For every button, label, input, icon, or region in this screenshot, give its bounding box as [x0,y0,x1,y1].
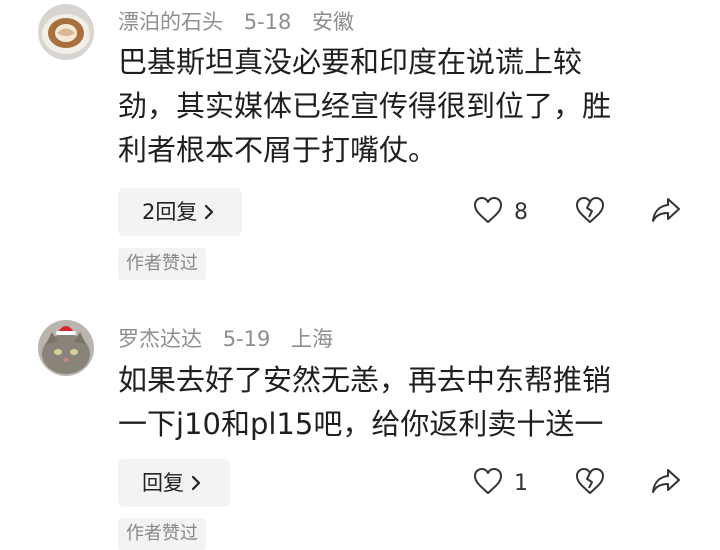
comment-date: 5-19 [222,327,271,351]
comment-text-line: 巴基斯坦真没必要和印度在说谎上较 [118,45,583,79]
chevron-right-icon [203,188,215,236]
comment-text: 如果去好了安然无恙，再去中东帮推销 一下j10和pl15吧，给你返利卖十送一 [118,358,698,446]
like-button[interactable]: 8 [472,192,528,232]
cat-with-santa-hat-avatar-icon [38,320,94,376]
like-count: 8 [514,199,528,225]
share-button[interactable] [650,192,682,232]
comment-text-line: 利者根本不屑于打嘴仗。 [118,133,438,167]
comment-text-line: 一下j10和pl15吧，给你返利卖十送一 [118,407,604,441]
view-replies-button[interactable]: 2回复 [118,188,242,236]
broken-heart-icon [574,195,606,229]
comment-location: 上海 [291,327,334,351]
dislike-button[interactable] [574,192,606,232]
reply-label: 回复 [142,471,184,495]
like-button[interactable]: 1 [472,463,528,503]
comment-location: 安徽 [312,10,355,34]
latte-art-avatar-icon [38,4,94,60]
comment-text-line: 劲，其实媒体已经宣传得很到位了，胜 [118,89,612,123]
comment-meta: 漂泊的石头 5-18 安徽 [118,6,368,36]
like-count: 1 [514,470,528,496]
reply-label: 2回复 [142,200,198,224]
reply-button[interactable]: 回复 [118,459,230,507]
username[interactable]: 漂泊的石头 [118,10,223,34]
share-arrow-icon [650,195,682,229]
comment-meta: 罗杰达达 5-19 上海 [118,323,347,353]
avatar[interactable] [38,4,94,60]
heart-outline-icon [472,466,504,500]
avatar[interactable] [38,320,94,376]
comment-item: 漂泊的石头 5-18 安徽 巴基斯坦真没必要和印度在说谎上较 劲，其实媒体已经宣… [0,0,720,300]
heart-outline-icon [472,195,504,229]
broken-heart-icon [574,466,606,500]
comment-date: 5-18 [243,10,292,34]
author-liked-badge: 作者赞过 [118,518,206,550]
dislike-button[interactable] [574,463,606,503]
share-arrow-icon [650,466,682,500]
username[interactable]: 罗杰达达 [118,327,202,351]
comment-text: 巴基斯坦真没必要和印度在说谎上较 劲，其实媒体已经宣传得很到位了，胜 利者根本不… [118,40,698,172]
share-button[interactable] [650,463,682,503]
author-liked-badge: 作者赞过 [118,248,206,280]
chevron-right-icon [190,459,202,507]
comment-item: 罗杰达达 5-19 上海 如果去好了安然无恙，再去中东帮推销 一下j10和pl1… [0,310,720,550]
comment-text-line: 如果去好了安然无恙，再去中东帮推销 [118,363,612,397]
